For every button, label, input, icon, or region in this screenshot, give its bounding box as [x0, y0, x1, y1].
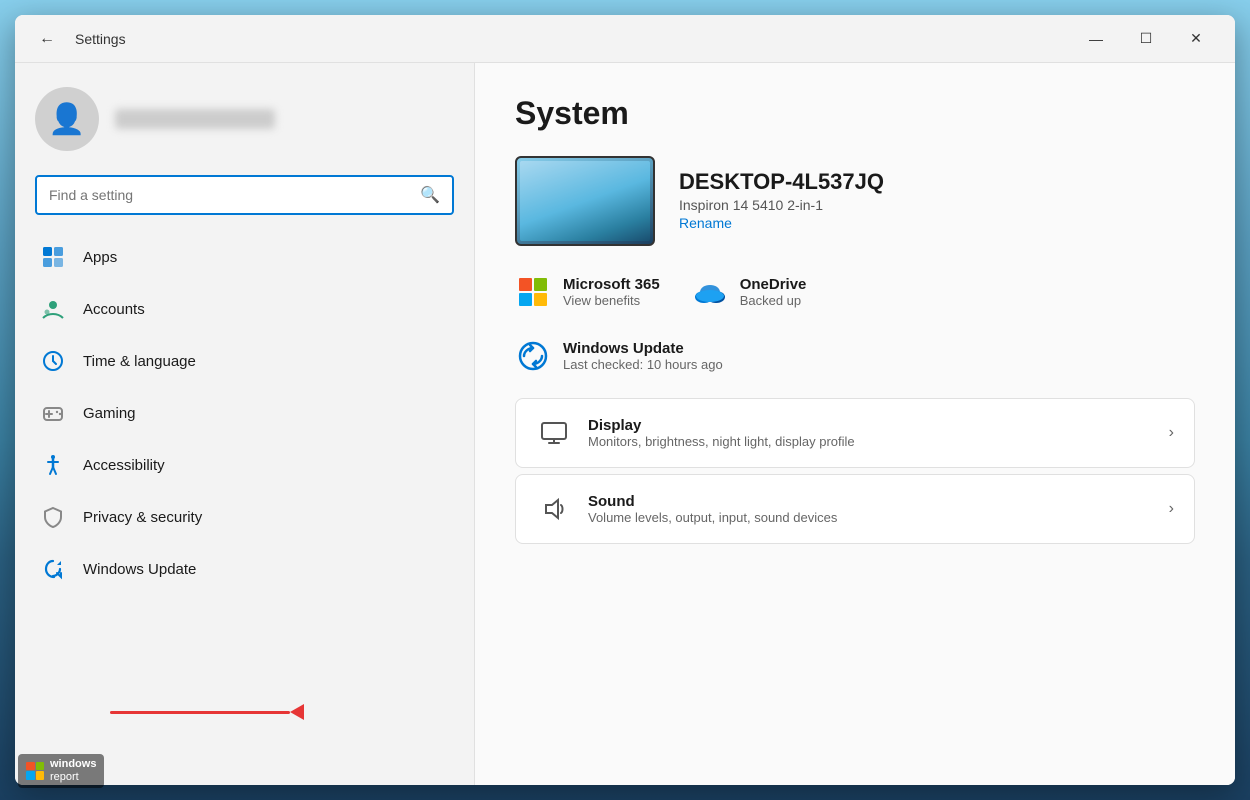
onedrive-title: OneDrive [740, 276, 807, 293]
ms365-title: Microsoft 365 [563, 276, 660, 293]
wu-title: Windows Update [563, 340, 723, 357]
sidebar-item-apps[interactable]: Apps [23, 231, 466, 283]
sidebar-label-accounts: Accounts [83, 301, 145, 318]
close-button[interactable]: ✕ [1173, 23, 1219, 55]
quick-links: Microsoft 365 View benefits [515, 274, 1195, 310]
device-model: Inspiron 14 5410 2-in-1 [679, 197, 884, 213]
sidebar-item-gaming[interactable]: Gaming [23, 387, 466, 439]
sidebar-label-windows-update: Windows Update [83, 561, 196, 578]
device-info: DESKTOP-4L537JQ Inspiron 14 5410 2-in-1 … [679, 169, 884, 233]
sidebar: 👤 🔍 [15, 63, 475, 785]
apps-icon [39, 243, 67, 271]
windows-logo-watermark [26, 762, 44, 780]
sidebar-label-apps: Apps [83, 249, 117, 266]
title-bar: ← Settings — ☐ ✕ [15, 15, 1235, 63]
microsoft365-link[interactable]: Microsoft 365 View benefits [515, 274, 660, 310]
sidebar-item-windows-update[interactable]: Windows Update [23, 543, 466, 595]
gaming-icon [39, 399, 67, 427]
arrow-head [290, 704, 304, 720]
accounts-icon [39, 295, 67, 323]
device-image [520, 161, 650, 241]
display-chevron: › [1169, 424, 1174, 442]
window-title: Settings [75, 31, 1073, 47]
display-title: Display [588, 417, 1153, 434]
device-card: DESKTOP-4L537JQ Inspiron 14 5410 2-in-1 … [515, 156, 1195, 246]
device-name: DESKTOP-4L537JQ [679, 169, 884, 195]
sound-text: Sound Volume levels, output, input, soun… [588, 493, 1153, 525]
window-controls: — ☐ ✕ [1073, 23, 1219, 55]
minimize-button[interactable]: — [1073, 23, 1119, 55]
sidebar-item-privacy[interactable]: Privacy & security [23, 491, 466, 543]
ms365-icon [515, 274, 551, 310]
nav-list: Apps Accounts [15, 231, 474, 595]
windows-update-text: Windows Update Last checked: 10 hours ag… [563, 340, 723, 372]
sidebar-label-privacy: Privacy & security [83, 509, 202, 526]
accessibility-icon [39, 451, 67, 479]
user-name [115, 109, 275, 129]
search-container: 🔍 [15, 167, 474, 231]
search-box: 🔍 [35, 175, 454, 215]
arrow-line [110, 711, 290, 714]
display-text: Display Monitors, brightness, night ligh… [588, 417, 1153, 449]
watermark-line1: windows [50, 758, 96, 771]
windows-update-main[interactable]: Windows Update Last checked: 10 hours ag… [515, 338, 1195, 374]
sound-icon [536, 491, 572, 527]
ms365-text: Microsoft 365 View benefits [563, 276, 660, 308]
rename-link[interactable]: Rename [679, 215, 732, 231]
windows-update-sidebar-icon [39, 555, 67, 583]
settings-window: ← Settings — ☐ ✕ 👤 🔍 [15, 15, 1235, 785]
search-button[interactable]: 🔍 [420, 185, 440, 205]
page-title: System [515, 95, 1195, 132]
display-card[interactable]: Display Monitors, brightness, night ligh… [515, 398, 1195, 468]
windows-update-main-icon [515, 338, 551, 374]
onedrive-subtitle: Backed up [740, 293, 807, 308]
watermark-text: windows report [50, 758, 96, 784]
maximize-button[interactable]: ☐ [1123, 23, 1169, 55]
device-thumbnail [515, 156, 655, 246]
sound-title: Sound [588, 493, 1153, 510]
sound-chevron: › [1169, 500, 1174, 518]
sidebar-item-time-language[interactable]: Time & language [23, 335, 466, 387]
main-content: 👤 🔍 [15, 63, 1235, 785]
privacy-icon [39, 503, 67, 531]
user-icon: 👤 [48, 102, 85, 137]
sidebar-label-accessibility: Accessibility [83, 457, 165, 474]
watermark: windows report [18, 754, 104, 788]
sidebar-label-gaming: Gaming [83, 405, 136, 422]
watermark-bg: windows report [18, 754, 104, 788]
arrow-annotation [110, 704, 124, 720]
right-panel: System DESKTOP-4L537JQ Inspiron 14 5410 … [475, 63, 1235, 785]
back-button[interactable]: ← [31, 26, 63, 52]
sidebar-item-accounts[interactable]: Accounts [23, 283, 466, 335]
sidebar-label-time: Time & language [83, 353, 196, 370]
time-language-icon [39, 347, 67, 375]
sound-subtitle: Volume levels, output, input, sound devi… [588, 510, 1153, 525]
sound-card[interactable]: Sound Volume levels, output, input, soun… [515, 474, 1195, 544]
user-section: 👤 [15, 63, 474, 167]
watermark-line2: report [50, 771, 96, 784]
display-subtitle: Monitors, brightness, night light, displ… [588, 434, 1153, 449]
onedrive-link[interactable]: OneDrive Backed up [692, 274, 807, 310]
ms365-subtitle: View benefits [563, 293, 660, 308]
onedrive-text: OneDrive Backed up [740, 276, 807, 308]
wu-subtitle: Last checked: 10 hours ago [563, 357, 723, 372]
display-icon [536, 415, 572, 451]
avatar: 👤 [35, 87, 99, 151]
sidebar-item-accessibility[interactable]: Accessibility [23, 439, 466, 491]
settings-list: Display Monitors, brightness, night ligh… [515, 398, 1195, 544]
onedrive-icon [692, 274, 728, 310]
search-input[interactable] [49, 187, 412, 203]
